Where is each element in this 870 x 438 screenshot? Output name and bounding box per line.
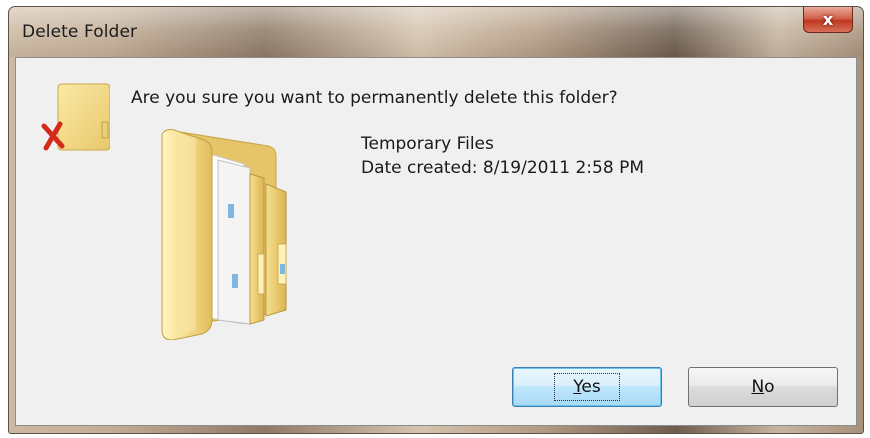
confirm-question: Are you sure you want to permanently del… (131, 88, 618, 108)
title-bar[interactable]: Delete Folder x (9, 7, 863, 57)
folder-name: Temporary Files (361, 134, 494, 154)
close-icon: x (822, 10, 834, 29)
yes-button[interactable]: Yes (512, 367, 662, 407)
delete-folder-icon (41, 83, 110, 151)
no-button[interactable]: No (688, 367, 838, 407)
folder-date-created: Date created: 8/19/2011 2:58 PM (361, 158, 644, 178)
delete-folder-dialog: Delete Folder x Are you sure you want to… (8, 6, 864, 434)
no-button-label: No (751, 377, 774, 397)
dialog-title: Delete Folder (22, 22, 138, 42)
yes-rest: es (581, 377, 601, 397)
close-button[interactable]: x (803, 7, 853, 33)
dialog-body: Are you sure you want to permanently del… (15, 57, 857, 426)
no-rest: o (764, 377, 775, 397)
yes-button-label: Yes (554, 373, 620, 401)
no-mnemonic: N (751, 377, 765, 397)
folder-icon (161, 129, 287, 340)
